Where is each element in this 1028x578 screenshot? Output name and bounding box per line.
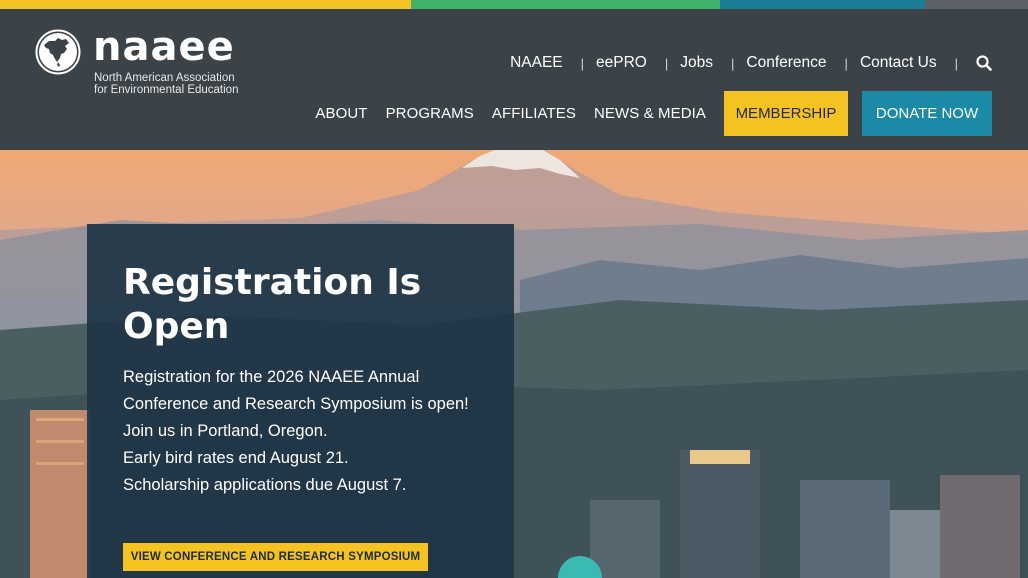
- utility-link-eepro[interactable]: eePRO: [596, 54, 647, 72]
- donate-now-button[interactable]: DONATE NOW: [862, 91, 992, 136]
- view-conference-button[interactable]: VIEW CONFERENCE AND RESEARCH SYMPOSIUM: [123, 543, 428, 571]
- hero-text-line: Join us in Portland, Oregon.: [123, 422, 328, 440]
- hero-title: Registration Is Open: [123, 262, 422, 347]
- top-color-bar: [0, 0, 1028, 9]
- nav-separator: |: [844, 55, 848, 71]
- logo-subtitle-line2: for Environmental Education: [94, 84, 239, 96]
- utility-link-contact-us[interactable]: Contact Us: [860, 54, 937, 72]
- search-icon[interactable]: [976, 55, 992, 71]
- hero-description: Registration for the 2026 NAAEE Annual C…: [123, 364, 483, 499]
- nav-separator: |: [580, 55, 585, 71]
- hero-text-line: Early bird rates end August 21.: [123, 449, 349, 467]
- color-bar-teal: [720, 0, 925, 9]
- nav-about[interactable]: ABOUT: [315, 105, 367, 122]
- membership-button[interactable]: MEMBERSHIP: [724, 91, 848, 136]
- north-america-globe-icon: [35, 29, 81, 75]
- nav-affiliates[interactable]: AFFILIATES: [492, 105, 576, 122]
- utility-link-jobs[interactable]: Jobs: [680, 54, 713, 72]
- color-bar-gray: [925, 0, 1028, 9]
- color-bar-green: [411, 0, 720, 9]
- nav-separator: |: [664, 55, 669, 71]
- nav-separator: |: [954, 55, 958, 71]
- site-header: naaee North American Association for Env…: [0, 9, 1028, 150]
- registration-card: Registration Is Open Registration for th…: [87, 224, 514, 578]
- main-nav: ABOUT PROGRAMS AFFILIATES NEWS & MEDIA M…: [315, 91, 992, 136]
- utility-link-conference[interactable]: Conference: [746, 54, 826, 72]
- site-logo[interactable]: naaee North American Association for Env…: [35, 25, 245, 99]
- utility-nav: NAAEE | eePRO | Jobs | Conference | Cont…: [510, 52, 992, 74]
- nav-news-media[interactable]: NEWS & MEDIA: [594, 105, 706, 122]
- hero-banner: Registration Is Open Registration for th…: [0, 150, 1028, 578]
- nav-programs[interactable]: PROGRAMS: [386, 105, 474, 122]
- logo-subtitle-line1: North American Association: [94, 72, 235, 84]
- color-bar-yellow: [0, 0, 411, 9]
- hero-text-line: Scholarship applications due August 7.: [123, 476, 407, 494]
- hero-text-line: Registration for the 2026 NAAEE Annual C…: [123, 368, 469, 413]
- logo-wordmark: naaee: [93, 24, 235, 70]
- logo-subtitle: North American Association for Environme…: [94, 72, 238, 96]
- nav-separator: |: [731, 55, 735, 71]
- utility-link-naaee[interactable]: NAAEE: [510, 54, 563, 72]
